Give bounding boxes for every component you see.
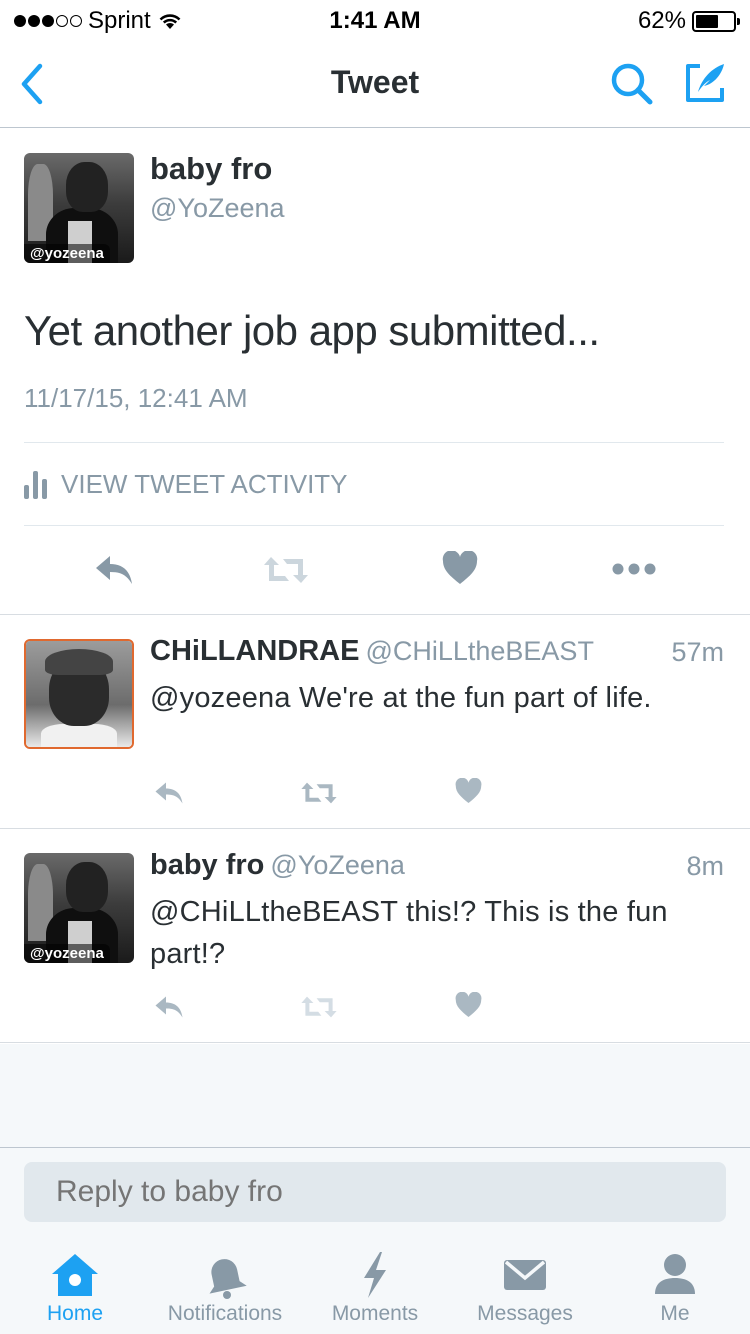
retweet-icon[interactable]	[263, 555, 309, 585]
tab-me[interactable]: Me	[600, 1236, 750, 1334]
more-icon[interactable]	[612, 563, 656, 575]
avatar[interactable]: @yozeena	[24, 853, 134, 963]
divider	[24, 525, 724, 526]
reply-time: 57m	[671, 637, 724, 667]
like-icon[interactable]	[442, 551, 478, 585]
envelope-icon	[504, 1260, 546, 1290]
tab-label: Moments	[331, 1302, 419, 1325]
retweet-icon[interactable]	[300, 995, 338, 1019]
author-name[interactable]: CHiLLANDRAE	[150, 635, 359, 667]
lightning-icon	[364, 1252, 386, 1298]
main-tweet: @yozeena baby fro @YoZeena Yet another j…	[0, 129, 750, 615]
activity-label: VIEW TWEET ACTIVITY	[61, 469, 348, 499]
tab-label: Messages	[477, 1302, 573, 1325]
reply-header: baby fro @YoZeena	[150, 849, 405, 882]
reply-tweet[interactable]: @yozeena baby fro @YoZeena 8m @CHiLLtheBE…	[0, 829, 750, 1043]
reply-tweet[interactable]: CHiLLANDRAE @CHiLLtheBEAST 57m @yozeena W…	[0, 615, 750, 829]
bar-chart-icon	[24, 470, 47, 499]
reply-icon[interactable]	[154, 781, 184, 805]
tab-bar: Home Notifications Moments Messages Me	[0, 1236, 750, 1334]
tab-moments[interactable]: Moments	[300, 1236, 450, 1334]
compose-icon[interactable]	[680, 58, 730, 108]
reply-input[interactable]	[24, 1162, 726, 1222]
person-icon	[655, 1254, 695, 1294]
tab-label: Home	[46, 1302, 104, 1325]
author-handle[interactable]: @YoZeena	[270, 850, 405, 880]
bell-icon	[209, 1259, 247, 1299]
battery-percent: 62%	[637, 7, 686, 34]
home-icon	[52, 1254, 98, 1296]
tab-label: Notifications	[167, 1302, 283, 1325]
navigation-bar: Tweet	[0, 40, 750, 128]
battery-fill	[696, 14, 719, 28]
divider	[24, 442, 724, 443]
tweet-text: Yet another job app submitted...	[24, 307, 600, 354]
tweet-timestamp: 11/17/15, 12:41 AM	[24, 383, 248, 413]
tab-home[interactable]: Home	[0, 1236, 150, 1334]
reply-time: 8m	[686, 851, 724, 881]
avatar[interactable]: @yozeena	[24, 153, 134, 263]
reply-header: CHiLLANDRAE @CHiLLtheBEAST	[150, 635, 594, 668]
like-icon[interactable]	[455, 992, 482, 1018]
author-name[interactable]: baby fro	[150, 849, 264, 881]
view-tweet-activity-button[interactable]: VIEW TWEET ACTIVITY	[24, 469, 348, 500]
avatar[interactable]	[24, 639, 134, 749]
avatar-watermark: @yozeena	[24, 244, 110, 263]
reply-icon[interactable]	[154, 995, 184, 1019]
retweet-icon[interactable]	[300, 781, 338, 805]
empty-space	[0, 1044, 750, 1148]
avatar-watermark: @yozeena	[24, 944, 110, 963]
reply-icon[interactable]	[94, 554, 134, 586]
reply-text: @yozeena We're at the fun part of life.	[150, 682, 652, 714]
avatar-photo	[26, 641, 132, 747]
status-bar: Sprint 1:41 AM 62%	[0, 0, 750, 40]
search-icon[interactable]	[608, 60, 656, 108]
author-handle[interactable]: @YoZeena	[150, 193, 285, 224]
battery-icon	[692, 10, 740, 32]
tab-label: Me	[660, 1302, 690, 1325]
tab-notifications[interactable]: Notifications	[150, 1236, 300, 1334]
reply-text: @CHiLLtheBEAST this!? This is the fun pa…	[150, 896, 668, 970]
author-handle[interactable]: @CHiLLtheBEAST	[365, 636, 594, 666]
like-icon[interactable]	[455, 778, 482, 804]
tab-messages[interactable]: Messages	[450, 1236, 600, 1334]
battery-status: 62%	[637, 7, 740, 35]
reply-composer	[0, 1148, 750, 1236]
author-name[interactable]: baby fro	[150, 151, 272, 187]
